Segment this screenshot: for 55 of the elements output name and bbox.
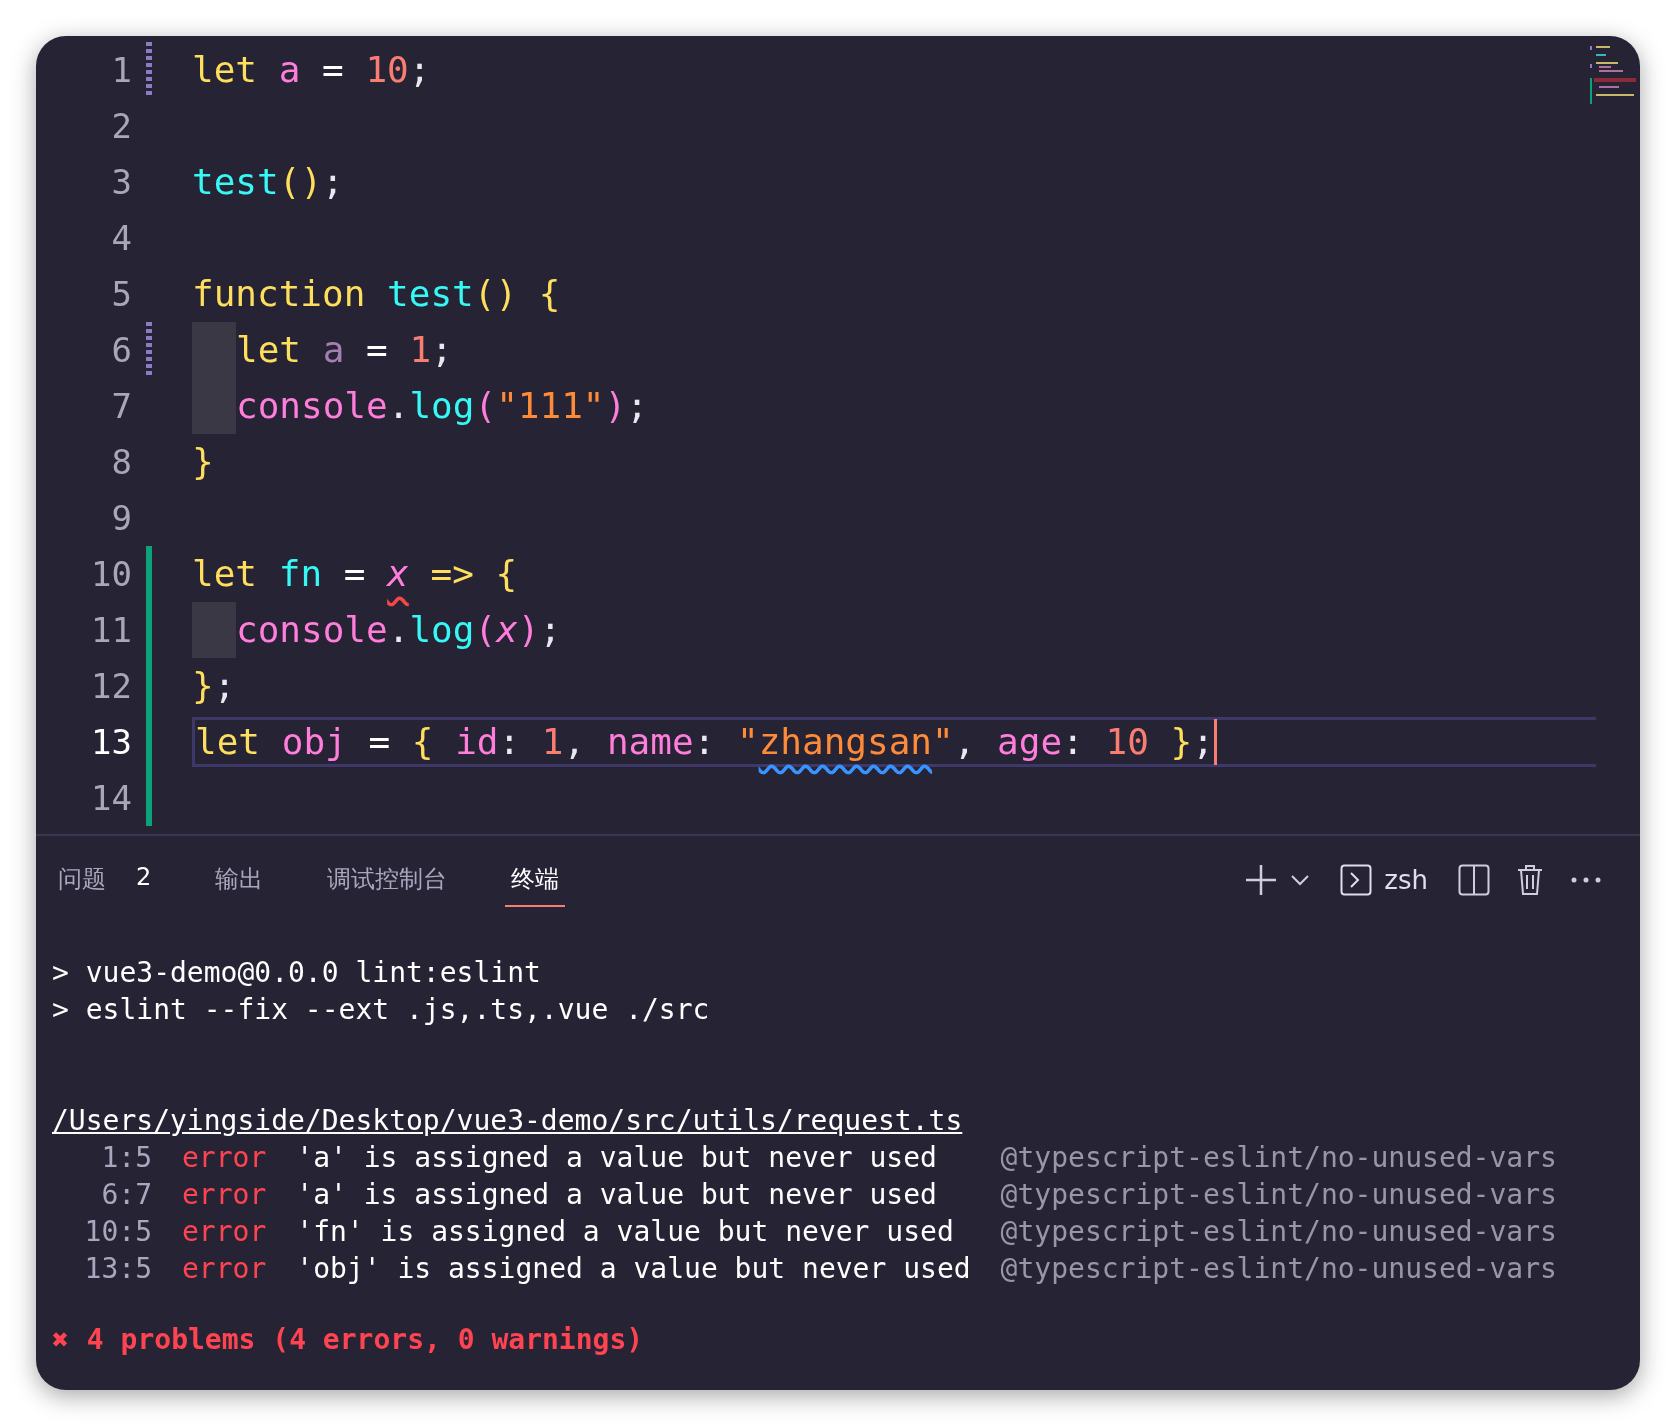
problem-severity: error [182, 1140, 267, 1176]
problem-position: 1:5 [100, 1140, 152, 1176]
code-line: let obj = { id: 1, name: "zhangsan", age: 10 }; [195, 720, 1214, 764]
problem-message: 'obj' is assigned a value but never used [296, 1251, 971, 1287]
panel-tab[interactable]: 终端 [505, 853, 566, 907]
line-number: 5 [110, 274, 132, 314]
line-number: 9 [110, 498, 132, 538]
line-number: 14 [90, 778, 132, 818]
line-number: 13 [90, 722, 132, 762]
problem-message: 'fn' is assigned a value but never used [296, 1214, 955, 1250]
line-number: 6 [110, 330, 132, 370]
problem-rule: @typescript-eslint/no-unused-vars [1000, 1140, 1558, 1176]
problem-position: 10:5 [83, 1214, 152, 1250]
panel-tab[interactable]: 调试控制台 [321, 853, 454, 907]
terminal-icon [1340, 864, 1373, 896]
line-number: 1 [110, 50, 132, 90]
problem-rule: @typescript-eslint/no-unused-vars [1000, 1214, 1558, 1250]
code-line: let a = 1; [236, 328, 453, 372]
code-line: } [192, 440, 214, 484]
minimap-drawing[interactable] [1590, 44, 1636, 106]
line-number: 3 [110, 162, 132, 202]
split-icon[interactable] [1456, 862, 1492, 898]
problem-rule: @typescript-eslint/no-unused-vars [1000, 1251, 1558, 1287]
file-path-link[interactable]: /Users/yingside/Desktop/vue3-demo/src/utils/request.ts [52, 1102, 1624, 1139]
problem-message: 'a' is assigned a value but never used [296, 1177, 938, 1213]
code-line: function test() { [192, 272, 561, 316]
line-number: 4 [110, 218, 132, 258]
panel-tab[interactable]: 问题 2 [52, 853, 158, 907]
line-number: 10 [90, 554, 132, 594]
panel-tab[interactable]: 输出 [209, 853, 270, 907]
text-cursor [1213, 719, 1217, 765]
problem-summary: 4 problems (4 errors, 0 warnings) [86, 1322, 644, 1358]
code-line: console.log("111"); [236, 384, 648, 428]
problem-position: 13:5 [83, 1251, 152, 1287]
line-number: 7 [110, 386, 132, 426]
problem-severity: error [182, 1214, 267, 1250]
problem-severity: error [182, 1177, 267, 1213]
terminal-selector[interactable]: zsh [1334, 863, 1434, 897]
problem-rule: @typescript-eslint/no-unused-vars [1000, 1177, 1558, 1213]
code-line: let fn = x => { [192, 552, 518, 596]
cross-mark: ✖ [52, 1322, 69, 1358]
code-line: let a = 10; [192, 48, 431, 92]
code-line: console.log(x); [236, 608, 562, 652]
line-number: 2 [110, 106, 132, 146]
code-line: test(); [192, 160, 344, 204]
count-label: 2 [136, 863, 152, 893]
line-number: 11 [90, 610, 132, 650]
problem-position: 6:7 [100, 1177, 152, 1213]
code-line: }; [192, 664, 236, 708]
problem-severity: error [182, 1251, 267, 1287]
line-number: 12 [90, 666, 132, 706]
line-number: 8 [110, 442, 132, 482]
terminal-line: > eslint --fix --ext .js,.ts,.vue ./src [52, 992, 711, 1028]
problem-message: 'a' is assigned a value but never used [296, 1140, 938, 1176]
terminal-line: > vue3-demo@0.0.0 lint:eslint [52, 955, 542, 991]
